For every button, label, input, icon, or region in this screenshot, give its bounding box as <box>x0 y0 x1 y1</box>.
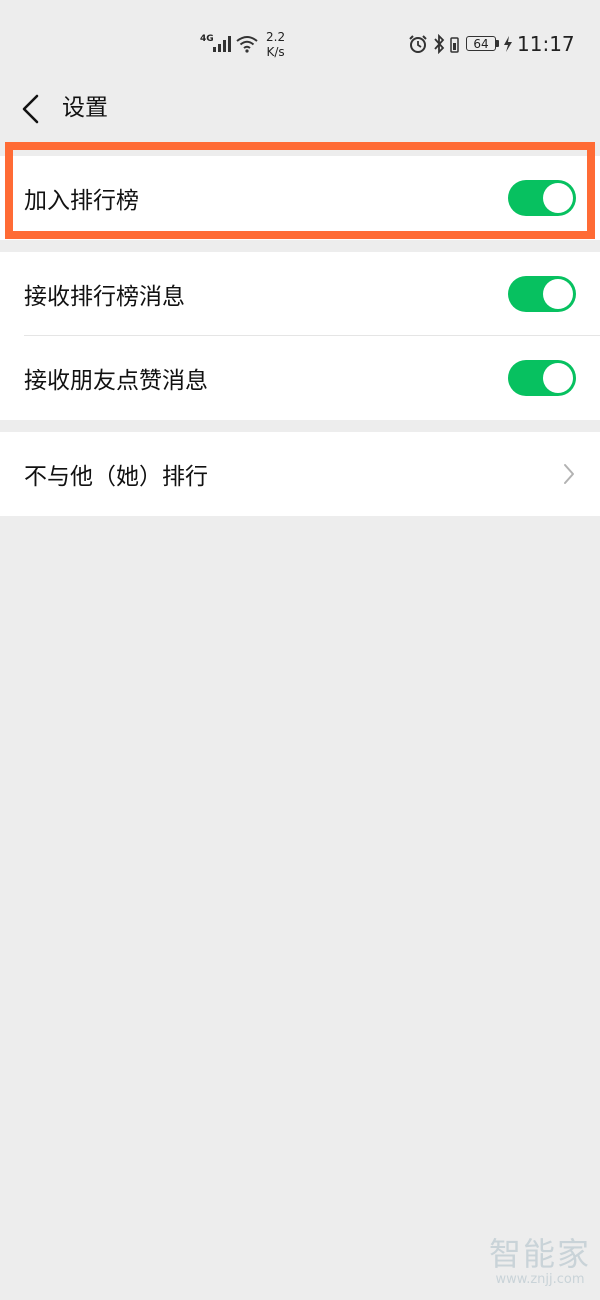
wifi-icon <box>236 36 258 53</box>
join-ranking-toggle[interactable] <box>508 180 576 216</box>
network-speed-value: 2.2 <box>266 30 286 44</box>
network-speed: 2.2 K/s <box>266 30 285 60</box>
battery-tip <box>496 40 499 47</box>
watermark-url: www.znjj.com <box>495 1272 585 1287</box>
toggle-knob <box>543 363 573 393</box>
receive-like-messages-label: 接收朋友点赞消息 <box>24 368 208 394</box>
watermark-main: 智能家 <box>488 1235 591 1273</box>
receive-ranking-messages-label: 接收排行榜消息 <box>24 284 185 310</box>
join-ranking-label: 加入排行榜 <box>24 188 139 214</box>
signal-icon <box>213 36 231 52</box>
alarm-icon <box>409 35 427 53</box>
watermark: 智能家 www.znjj.com <box>488 1236 592 1288</box>
setting-row-receive-ranking-messages: 接收排行榜消息 <box>0 252 600 336</box>
chevron-right-icon <box>564 464 574 484</box>
page-title: 设置 <box>62 95 108 121</box>
clock: 11:17 <box>517 32 575 56</box>
setting-row-join-ranking: 加入排行榜 <box>0 156 600 240</box>
network-speed-unit: K/s <box>266 45 285 59</box>
receive-ranking-messages-toggle[interactable] <box>508 276 576 312</box>
setting-row-exclude-from-ranking[interactable]: 不与他（她）排行 <box>0 432 600 516</box>
vibrate-icon <box>450 37 459 53</box>
battery-icon: 64 <box>466 36 496 51</box>
charging-icon <box>504 36 512 52</box>
settings-group-join: 加入排行榜 <box>0 156 600 240</box>
settings-group-exclude: 不与他（她）排行 <box>0 432 600 516</box>
toggle-knob <box>543 279 573 309</box>
settings-group-messages: 接收排行榜消息 接收朋友点赞消息 <box>0 252 600 420</box>
status-bar: 4G 2.2 K/s 64 11:17 <box>0 0 600 84</box>
nav-bar: 设置 <box>0 84 600 134</box>
bluetooth-icon <box>434 34 445 54</box>
receive-like-messages-toggle[interactable] <box>508 360 576 396</box>
exclude-from-ranking-label: 不与他（她）排行 <box>24 464 208 490</box>
toggle-knob <box>543 183 573 213</box>
back-chevron-icon[interactable] <box>18 92 44 126</box>
setting-row-receive-like-messages: 接收朋友点赞消息 <box>0 336 600 420</box>
